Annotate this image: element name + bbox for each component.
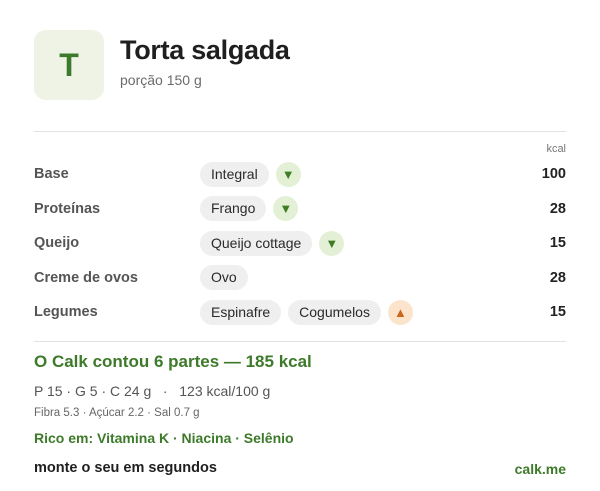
ingredient-chip[interactable]: Ovo (200, 265, 248, 291)
recipe-card: T Torta salgada porção 150 g kcal Base In… (0, 0, 600, 491)
row-kcal: 28 (549, 269, 566, 286)
ingredient-chip[interactable]: Integral (200, 161, 269, 187)
ingredient-row: Queijo Queijo cottage ▼ 15 (34, 226, 566, 261)
row-kcal: 15 (549, 304, 566, 321)
rich-in-line: Rico em: Vitamina K · Niacina · Selênio (34, 430, 294, 446)
ingredient-table: Base Integral ▼ 100 Proteínas Frango ▼ 28 Queijo… (34, 157, 566, 330)
portion-size: porção 150 g (120, 71, 202, 88)
card-header: T Torta salgada porção 150 g (34, 30, 290, 100)
ingredient-chips: Frango ▼ (200, 196, 299, 222)
ingredient-chip[interactable]: Queijo cottage (200, 230, 313, 256)
triangle-up-icon[interactable]: ▲ (387, 299, 413, 325)
divider-top (34, 131, 566, 132)
micros-line: Fibra 5.3 · Açúcar 2.2 · Sal 0.7 g (34, 407, 200, 419)
row-label: Proteínas (34, 200, 101, 217)
macros-line: P 15 · G 5 · C 24 g · 123 kcal/100 g (34, 383, 271, 399)
ingredient-chip[interactable]: Cogumelos (288, 299, 381, 325)
triangle-down-icon[interactable]: ▼ (275, 161, 301, 187)
footer-cta: monte o seu em segundos (34, 460, 217, 476)
ingredient-chips: Integral ▼ (200, 161, 301, 187)
ingredient-chips: Ovo (200, 265, 255, 291)
ingredient-chip[interactable]: Espinafre (200, 299, 282, 325)
triangle-down-icon[interactable]: ▼ (273, 196, 299, 222)
ingredient-row: Creme de ovos Ovo 28 (34, 261, 566, 296)
row-label: Legumes (34, 304, 98, 321)
ingredient-chip[interactable]: Frango (200, 196, 267, 222)
summary-headline: O Calk contou 6 partes — 185 kcal (34, 352, 312, 371)
recipe-avatar: T (34, 30, 104, 100)
ingredient-row: Proteínas Frango ▼ 28 (34, 192, 566, 227)
row-kcal: 28 (549, 200, 566, 217)
row-label: Queijo (34, 235, 80, 252)
ingredient-chips: Queijo cottage ▼ (200, 230, 345, 256)
ingredient-row: Base Integral ▼ 100 (34, 157, 566, 192)
avatar-letter: T (59, 46, 79, 83)
row-kcal: 15 (549, 235, 566, 252)
divider-bottom (34, 341, 566, 342)
triangle-down-icon[interactable]: ▼ (319, 230, 345, 256)
kcal-column-header: kcal (546, 143, 566, 155)
ingredient-chips: Espinafre Cogumelos ▲ (200, 299, 413, 325)
recipe-title: Torta salgada (120, 34, 290, 65)
title-block: Torta salgada porção 150 g (120, 35, 290, 88)
row-label: Creme de ovos (34, 269, 138, 286)
site-link[interactable]: calk.me (515, 461, 566, 477)
ingredient-row: Legumes Espinafre Cogumelos ▲ 15 (34, 295, 566, 330)
row-label: Base (34, 166, 69, 183)
row-kcal: 100 (541, 166, 566, 183)
